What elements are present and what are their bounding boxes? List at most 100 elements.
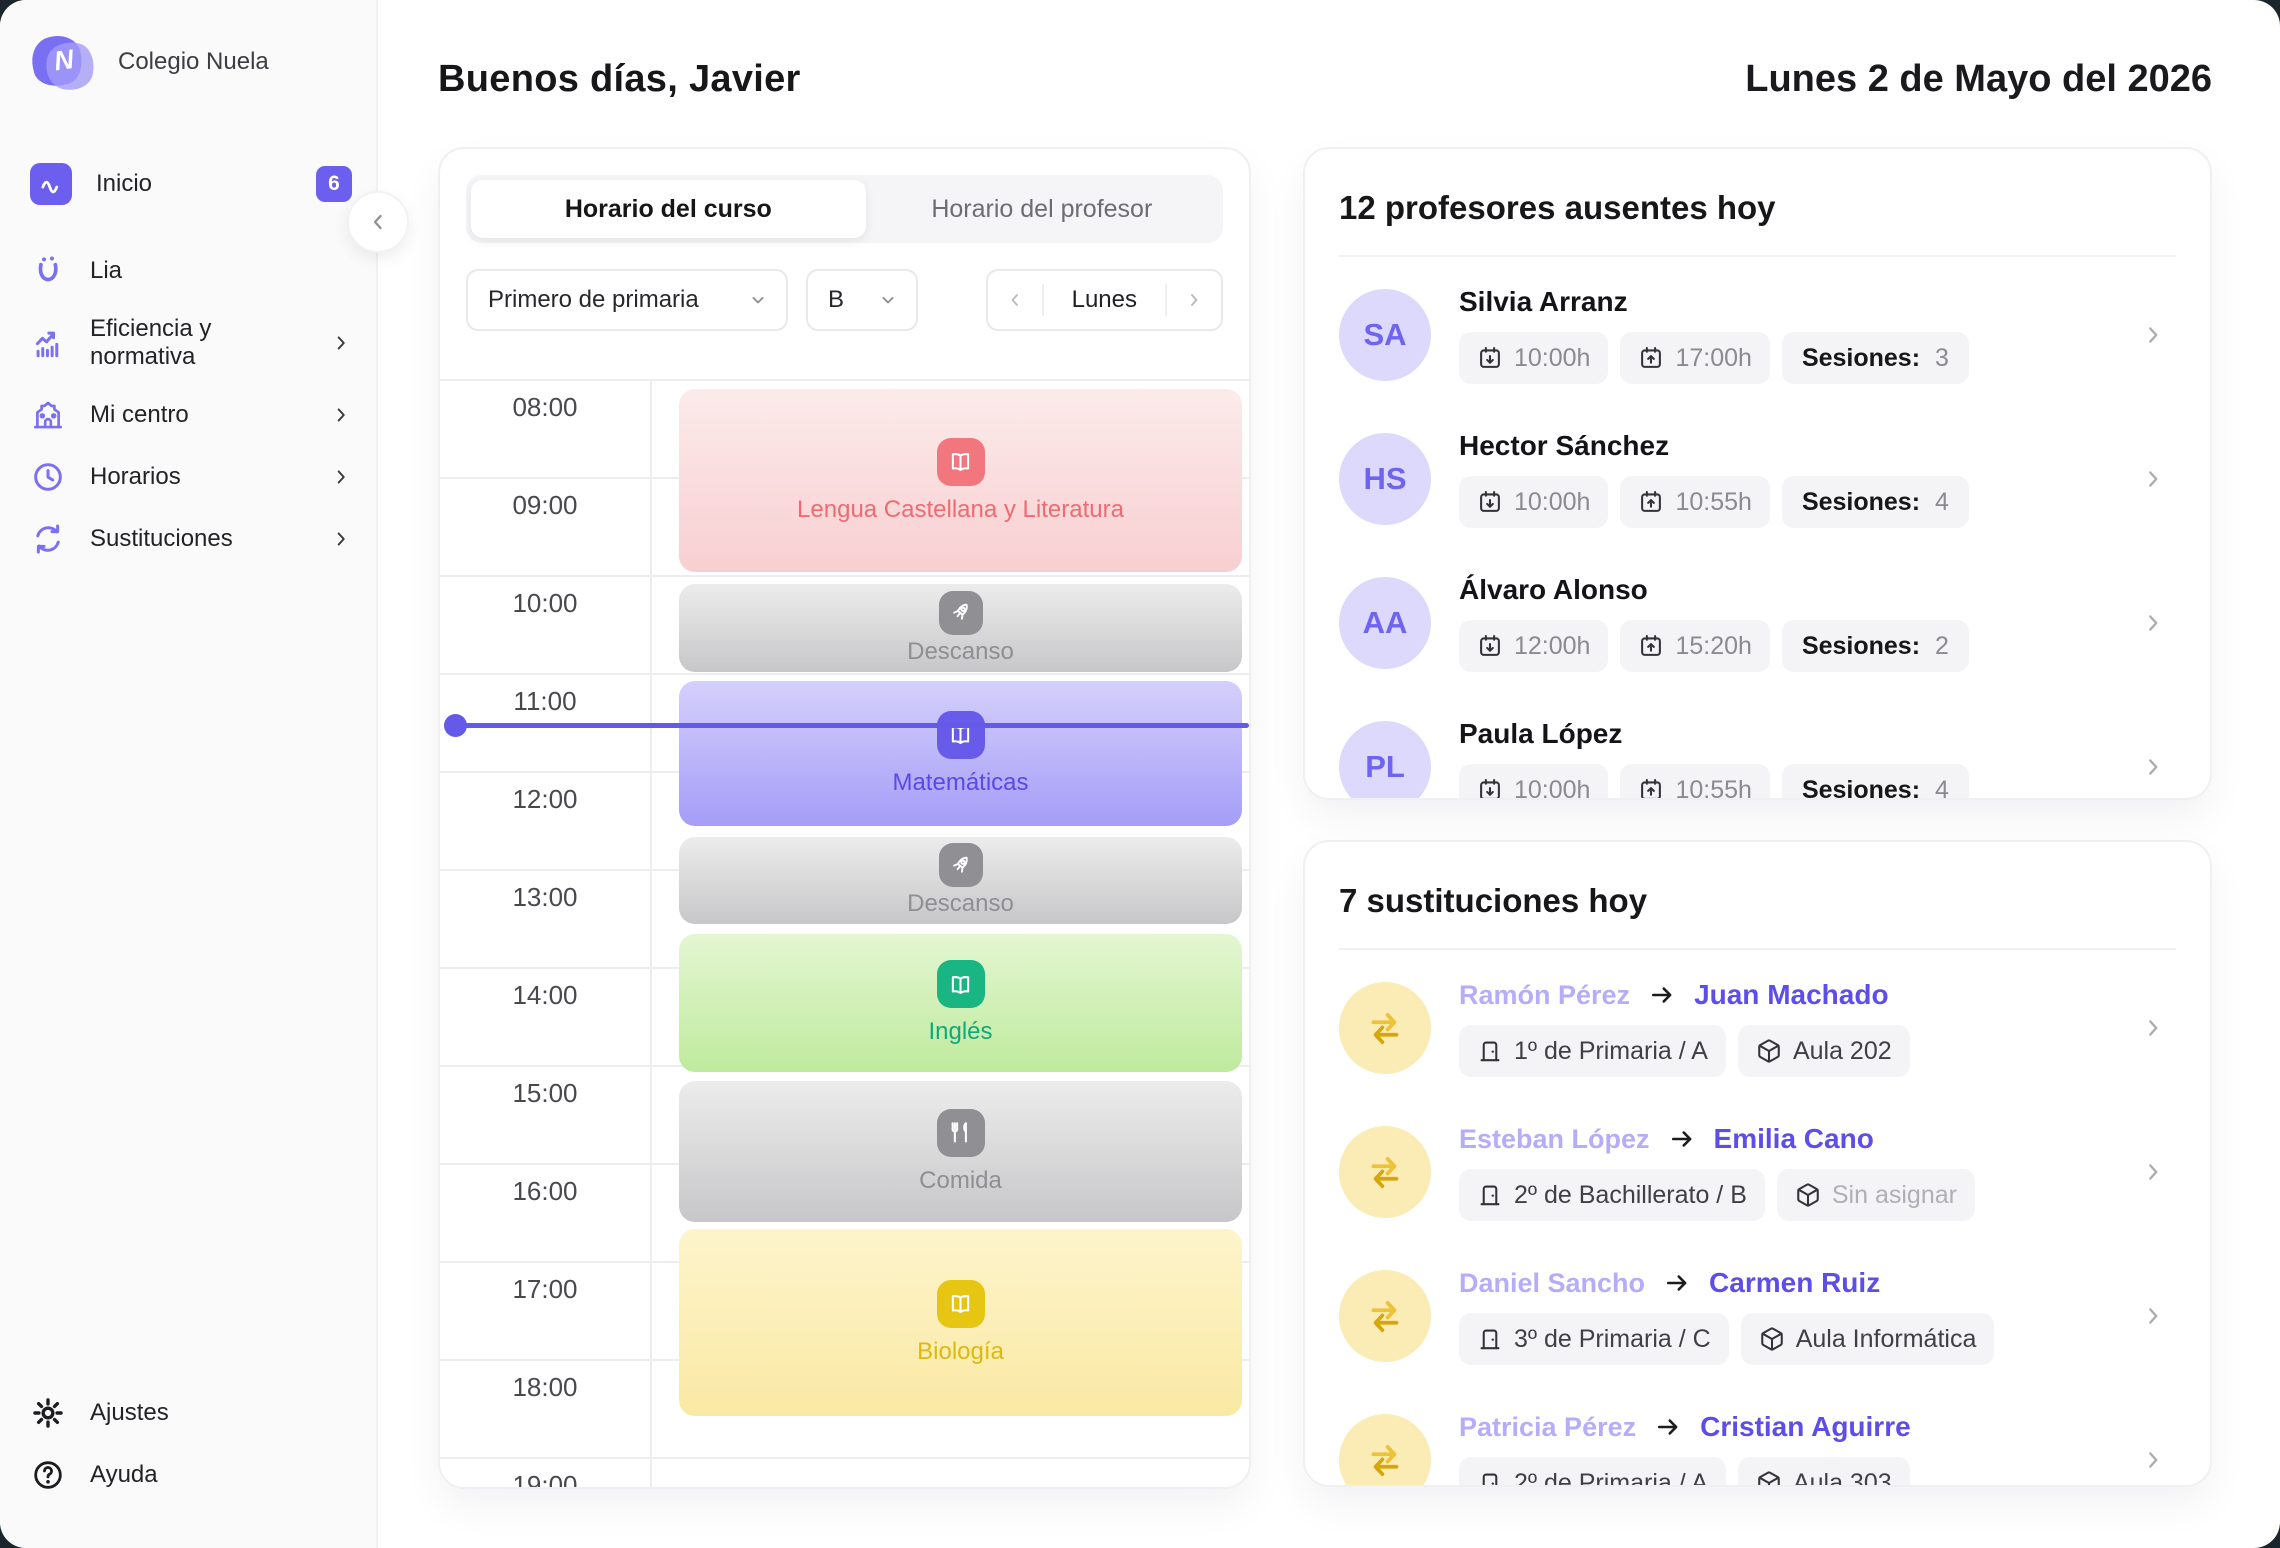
chevron-left-icon: [366, 210, 390, 234]
event-title: Biología: [917, 1338, 1004, 1366]
substitute-teacher-name: Cristian Aguirre: [1700, 1411, 1911, 1443]
sidebar-item-ayuda[interactable]: Ayuda: [0, 1444, 376, 1506]
calendar-out-icon: [1638, 633, 1664, 659]
class-chip: 2º de Bachillerato / B: [1459, 1169, 1765, 1221]
arrow-right-icon: [1654, 1413, 1682, 1441]
utensils-icon: [937, 1109, 985, 1157]
sidebar-item-label: Horarios: [90, 463, 306, 491]
event-descanso-1[interactable]: Descanso: [679, 584, 1242, 672]
substitute-teacher-name: Juan Machado: [1694, 979, 1888, 1011]
event-biologia[interactable]: Biología: [679, 1229, 1242, 1416]
door-icon: [1477, 1470, 1503, 1487]
event-title: Descanso: [907, 638, 1014, 666]
event-matematicas[interactable]: Matemáticas: [679, 681, 1242, 826]
sessions-chip: Sesiones:4: [1782, 764, 1969, 800]
main-area: Buenos días, Javier Lunes 2 de Mayo del …: [378, 0, 2280, 1548]
tab-horario-del-curso[interactable]: Horario del curso: [471, 180, 866, 238]
avatar: AA: [1339, 577, 1431, 669]
chevron-right-icon: [2140, 1159, 2166, 1185]
event-descanso-2[interactable]: Descanso: [679, 837, 1242, 924]
avatar: PL: [1339, 721, 1431, 800]
event-comida[interactable]: Comida: [679, 1081, 1242, 1222]
chevron-right-icon: [2140, 1447, 2166, 1473]
current-date: Lunes 2 de Mayo del 2026: [1745, 58, 2212, 101]
next-day-button[interactable]: [1167, 271, 1221, 329]
substitution-row-daniel[interactable]: Daniel Sancho Carmen Ruiz 3º de Primaria…: [1339, 1260, 2176, 1372]
swap-arrows-icon: [1339, 1126, 1431, 1218]
calendar-out-icon: [1638, 345, 1664, 371]
chevron-right-icon: [2140, 466, 2166, 492]
rocket-icon: [939, 843, 983, 887]
hour-label: 18:00: [440, 1372, 650, 1403]
absent-teacher-name: Patricia Pérez: [1459, 1412, 1636, 1443]
end-time-chip: 17:00h: [1620, 332, 1769, 384]
prev-day-button[interactable]: [988, 271, 1042, 329]
hour-label: 11:00: [440, 686, 650, 717]
group-select[interactable]: B: [806, 269, 918, 331]
sessions-chip: Sesiones:2: [1782, 620, 1969, 672]
course-select[interactable]: Primero de primaria: [466, 269, 788, 331]
sidebar-item-sustituciones[interactable]: Sustituciones: [0, 508, 376, 570]
sidebar-item-eficiencia[interactable]: Eficiencia y normativa: [0, 302, 376, 384]
home-wave-icon: [30, 163, 72, 205]
room-chip-unassigned: Sin asignar: [1777, 1169, 1975, 1221]
event-ingles[interactable]: Inglés: [679, 934, 1242, 1072]
substitution-row-esteban[interactable]: Esteban López Emilia Cano 2º de Bachille…: [1339, 1116, 2176, 1228]
chevron-right-icon: [330, 332, 352, 354]
chevron-right-icon: [2140, 322, 2166, 348]
sidebar-item-horarios[interactable]: Horarios: [0, 446, 376, 508]
start-time-chip: 12:00h: [1459, 620, 1608, 672]
sessions-chip: Sesiones:3: [1782, 332, 1969, 384]
hour-label: 16:00: [440, 1176, 650, 1207]
substitution-row-ramon[interactable]: Ramón Pérez Juan Machado 1º de Primaria …: [1339, 972, 2176, 1084]
sidebar-item-label: Lia: [90, 257, 352, 285]
rocket-icon: [939, 591, 983, 635]
chevron-right-icon: [330, 466, 352, 488]
teacher-row-alvaro[interactable]: AA Álvaro Alonso 12:00h 15:20h Sesiones:…: [1339, 567, 2176, 679]
timetable-grid: 08:00 09:00 10:00 11:00 12:00 13:00 14:0…: [440, 379, 1249, 1487]
course-select-value: Primero de primaria: [488, 286, 699, 314]
substitutions-title: 7 sustituciones hoy: [1339, 882, 2176, 920]
event-lengua-castellana[interactable]: Lengua Castellana y Literatura: [679, 389, 1242, 572]
event-title: Lengua Castellana y Literatura: [797, 496, 1124, 524]
sidebar-collapse-button[interactable]: [347, 191, 409, 253]
hour-label: 14:00: [440, 980, 650, 1011]
chevron-down-icon: [748, 290, 768, 310]
avatar: SA: [1339, 289, 1431, 381]
cube-icon: [1756, 1470, 1782, 1487]
current-time-indicator: [449, 723, 1249, 728]
sidebar-item-label: Ayuda: [90, 1461, 352, 1489]
arrow-right-icon: [1663, 1269, 1691, 1297]
sidebar-item-mi-centro[interactable]: Mi centro: [0, 384, 376, 446]
teacher-name: Paula López: [1459, 718, 2112, 750]
app-logo: N: [32, 30, 96, 94]
substitution-row-patricia[interactable]: Patricia Pérez Cristian Aguirre 2º de Pr…: [1339, 1404, 2176, 1487]
hour-label: 15:00: [440, 1078, 650, 1109]
sidebar-item-lia[interactable]: Lia: [0, 240, 376, 302]
arrow-right-icon: [1668, 1125, 1696, 1153]
sidebar-item-ajustes[interactable]: Ajustes: [0, 1382, 376, 1444]
hour-label: 09:00: [440, 490, 650, 521]
divider: [1339, 948, 2176, 950]
room-chip: Aula 303: [1738, 1457, 1910, 1487]
teacher-row-hector[interactable]: HS Hector Sánchez 10:00h 10:55h Sesiones…: [1339, 423, 2176, 535]
door-icon: [1477, 1326, 1503, 1352]
sidebar-item-label: Mi centro: [90, 401, 306, 429]
sidebar-item-label: Ajustes: [90, 1399, 352, 1427]
page-header: Buenos días, Javier Lunes 2 de Mayo del …: [438, 58, 2212, 101]
teacher-row-silvia[interactable]: SA Silvia Arranz 10:00h 17:00h Sesiones:…: [1339, 279, 2176, 391]
end-time-chip: 10:55h: [1620, 476, 1769, 528]
sidebar-item-inicio[interactable]: Inicio 6: [0, 150, 376, 218]
chevron-right-icon: [2140, 1015, 2166, 1041]
brand: N Colegio Nuela: [32, 30, 376, 94]
calendar-in-icon: [1477, 633, 1503, 659]
cube-icon: [1795, 1182, 1821, 1208]
calendar-in-icon: [1477, 489, 1503, 515]
app-name: Colegio Nuela: [118, 48, 269, 76]
tab-horario-del-profesor[interactable]: Horario del profesor: [866, 180, 1218, 238]
teacher-name: Álvaro Alonso: [1459, 574, 2112, 606]
sidebar-item-label: Sustituciones: [90, 525, 306, 553]
calendar-in-icon: [1477, 345, 1503, 371]
chevron-right-icon: [2140, 1303, 2166, 1329]
teacher-row-paula[interactable]: PL Paula López 10:00h 10:55h Sesiones:4: [1339, 711, 2176, 800]
